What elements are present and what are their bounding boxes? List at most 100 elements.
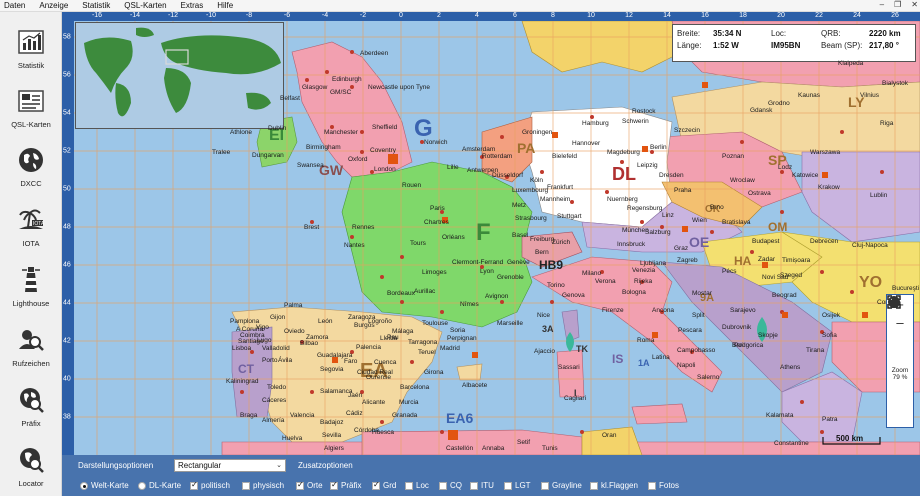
checkbox[interactable] (590, 481, 598, 490)
globe-view-icon[interactable] (887, 296, 913, 367)
zoom-value: 79 % (892, 374, 908, 381)
sidebar-item-praefix[interactable]: Präfix (0, 384, 62, 434)
place-label: Newcastle upon Tyne (368, 84, 431, 91)
place-label: Faro (344, 358, 358, 365)
checkbox-label: Grayline (552, 481, 582, 490)
place-label: Birmingham (306, 144, 341, 151)
checkbox[interactable] (648, 481, 656, 490)
island-icon: IOTA (16, 206, 46, 234)
checkbox[interactable] (470, 481, 478, 490)
hand-pan-icon[interactable] (887, 296, 913, 399)
zoom-out-button[interactable]: – (887, 313, 913, 331)
place-label: Soria (450, 327, 466, 334)
maximize-button[interactable]: ❐ (894, 0, 901, 9)
place-label: Dungarvan (252, 152, 284, 159)
latitude-tick: 48 (63, 223, 71, 231)
place-label: Novi Sad (762, 274, 789, 281)
place-label: Paris (430, 205, 445, 212)
place-label: Ljubljana (640, 260, 667, 267)
place-label: Swansea (297, 162, 324, 169)
overview-minimap[interactable] (75, 22, 284, 129)
qrb-value: 2220 km (869, 29, 901, 38)
sidebar-item-lighthouse[interactable]: Lighthouse (0, 264, 62, 314)
checkbox-fotos[interactable]: Fotos (648, 481, 679, 490)
latitude-tick: 56 (63, 71, 71, 79)
place-label: Sheffield (372, 124, 398, 131)
checkbox[interactable] (405, 481, 413, 490)
longitude-tick: 4 (475, 12, 479, 19)
checkbox-politisch[interactable]: politisch (190, 480, 230, 490)
place-label: Venezia (632, 267, 656, 274)
radio-button[interactable] (138, 481, 146, 490)
place-label: Rennes (352, 224, 375, 231)
place-label: Lleida (380, 335, 398, 342)
checkbox[interactable] (372, 480, 380, 490)
latitude-tick: 54 (63, 109, 71, 117)
place-label: Düsseldorf (492, 172, 524, 179)
place-label: Torino (547, 282, 565, 289)
checkbox-physisch[interactable]: physisch (242, 481, 284, 490)
longitude-tick: 26 (891, 12, 899, 19)
place-label: Patra (822, 416, 838, 423)
place-label: Annaba (482, 445, 505, 452)
radio-welt-karte[interactable]: Welt-Karte (80, 481, 129, 490)
checkbox[interactable] (541, 481, 549, 490)
radio-button[interactable] (80, 481, 88, 490)
prefix-label: OE (689, 234, 710, 250)
minimize-button[interactable]: – (880, 0, 884, 9)
place-label: Pécs (722, 268, 737, 275)
menu-hilfe[interactable]: Hilfe (213, 1, 243, 10)
place-label: Freiburg (530, 236, 555, 243)
checkbox-orte[interactable]: Orte (296, 480, 323, 490)
sidebar-item-rufzeichen[interactable]: Rufzeichen (0, 324, 62, 374)
beam-label: Beam (SP): (821, 41, 863, 50)
checkbox-cq[interactable]: CQ (439, 481, 462, 490)
checkbox-grayline[interactable]: Grayline (541, 481, 582, 490)
checkbox[interactable] (190, 480, 198, 490)
latitude-tick: 46 (63, 261, 71, 269)
place-label: Huesca (372, 429, 395, 436)
place-label: Perpignan (447, 335, 477, 342)
checkbox-itu[interactable]: ITU (470, 481, 494, 490)
checkbox-kl-flaggen[interactable]: kl.Flaggen (590, 481, 638, 490)
place-label: Aurillac (414, 288, 436, 295)
checkbox[interactable] (296, 480, 304, 490)
place-label: Cáceres (262, 397, 287, 404)
checkbox-praefix[interactable]: Präfix (330, 480, 361, 490)
projection-select[interactable]: Rectangular ⌄ (174, 459, 286, 472)
menu-anzeige[interactable]: Anzeige (35, 1, 78, 10)
fullscreen-icon[interactable] (887, 295, 913, 349)
checkbox[interactable] (330, 480, 338, 490)
place-label: Mostar (692, 290, 712, 297)
place-label: Oviedo (284, 328, 305, 335)
menu-statistik[interactable]: Statistik (78, 1, 120, 10)
place-label: Berlin (650, 144, 667, 151)
place-label: Regensburg (627, 205, 663, 212)
place-label: Vigo (256, 324, 269, 331)
checkbox[interactable] (504, 481, 512, 490)
checkbox-loc[interactable]: Loc (405, 481, 429, 490)
sidebar-item-qsl-karten[interactable]: QSL-Karten (0, 85, 62, 135)
close-button[interactable]: ✕ (911, 0, 918, 9)
options-panel: Darstellungsoptionen Rectangular ⌄ Zusat… (62, 455, 920, 496)
place-label: Porto (262, 357, 278, 364)
menu-extras[interactable]: Extras (177, 1, 214, 10)
sidebar-item-statistik[interactable]: Statistik (0, 26, 62, 76)
checkbox-lgt[interactable]: LGT (504, 481, 531, 490)
checkbox[interactable] (242, 481, 250, 490)
world-map[interactable]: -16 -14 -12 -10 -8 -6 -4 -2 0 2 4 6 8 10… (62, 12, 920, 455)
sidebar-item-locator[interactable]: Locator (0, 444, 62, 494)
prefix-label: HA (734, 254, 752, 268)
sidebar-item-dxcc[interactable]: DXCC (0, 144, 62, 194)
place-label: Metz (512, 202, 527, 209)
place-label: Tralee (212, 149, 231, 156)
place-label: Oran (602, 432, 617, 439)
checkbox-grd[interactable]: Grd (372, 480, 396, 490)
sidebar-item-iota[interactable]: IOTA IOTA (0, 204, 62, 254)
place-label: Bilbao (300, 340, 319, 347)
checkbox[interactable] (439, 481, 447, 490)
menu-qsl-karten[interactable]: QSL-Karten (120, 1, 176, 10)
radio-dl-karte[interactable]: DL-Karte (138, 481, 181, 490)
beam-value: 217,80 ° (869, 41, 899, 50)
menu-daten[interactable]: Daten (0, 1, 35, 10)
